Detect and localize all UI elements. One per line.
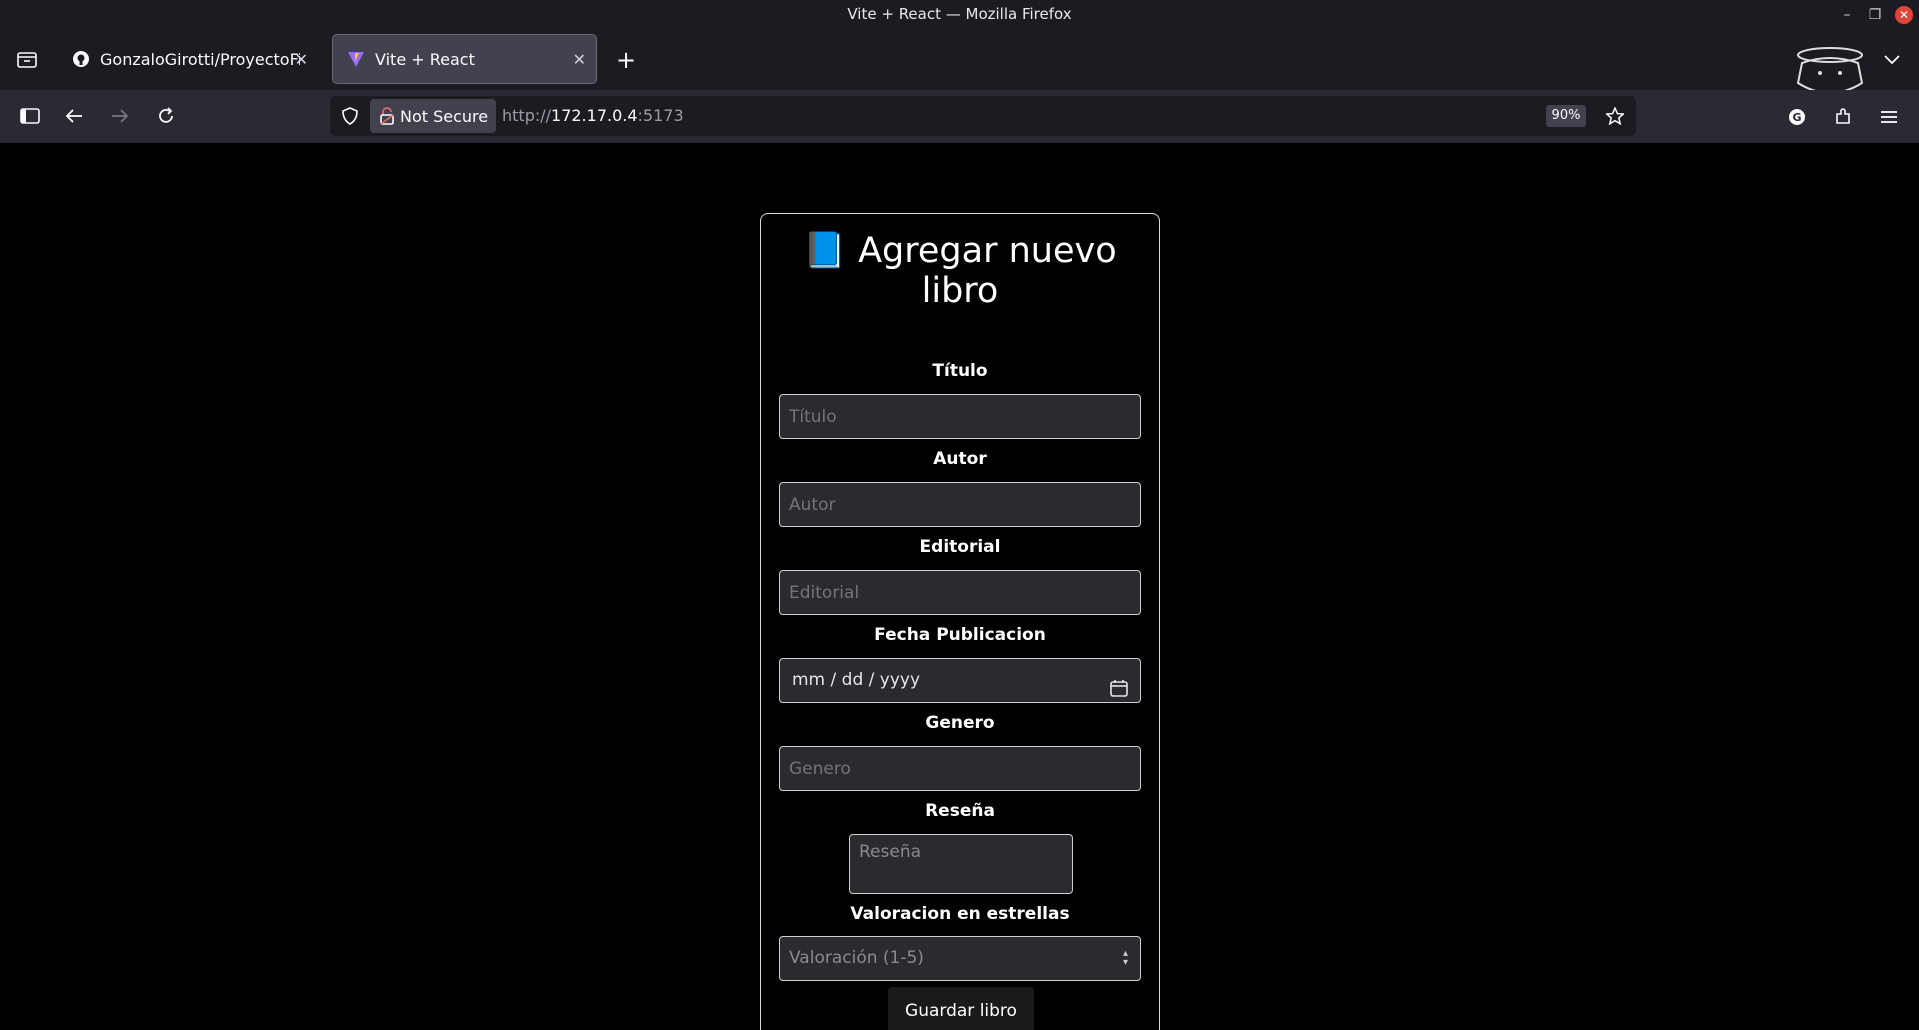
tab-vite-react[interactable]: Vite + React ✕ [332, 34, 597, 84]
rating-select[interactable]: Valoración (1-5) ▴ ▾ [779, 936, 1141, 981]
account-icon[interactable]: G [1786, 106, 1808, 128]
publication-date-input[interactable]: mm / dd / yyyy [779, 658, 1141, 703]
bookmark-star-icon[interactable] [1604, 105, 1626, 127]
publisher-label: Editorial [919, 537, 1001, 557]
date-placeholder: mm / dd / yyyy [792, 670, 921, 690]
author-label: Autor [933, 449, 987, 469]
url-host: 172.17.0.4 [551, 106, 638, 125]
navigation-toolbar: Not Secure http://172.17.0.4:5173 90% G [0, 90, 1919, 143]
vite-icon [347, 50, 365, 68]
github-icon [72, 50, 90, 68]
zoom-indicator[interactable]: 90% [1546, 105, 1586, 127]
window-titlebar: Vite + React — Mozilla Firefox [0, 0, 1919, 30]
shield-icon[interactable] [340, 106, 360, 126]
review-placeholder: Reseña [859, 842, 922, 862]
url-text[interactable]: http://172.17.0.4:5173 [502, 96, 684, 136]
url-port: :5173 [637, 106, 684, 125]
menu-icon[interactable] [1878, 106, 1900, 128]
spinner-arrows-icon: ▴ ▾ [1122, 948, 1128, 968]
window-controls: – ❐ ✕ [1833, 0, 1913, 30]
review-textarea[interactable]: Reseña [849, 834, 1073, 894]
author-input[interactable] [779, 482, 1141, 527]
form-title-text: Agregar nuevo libro [858, 231, 1117, 311]
firefox-view-icon[interactable] [12, 48, 42, 72]
tab-label: Vite + React [375, 49, 475, 69]
genre-input[interactable] [779, 746, 1141, 791]
publisher-input[interactable] [779, 570, 1141, 615]
page-content: 📘 Agregar nuevo libro Título Autor Edito… [0, 143, 1919, 1030]
new-tab-icon[interactable]: + [614, 46, 638, 74]
rating-label: Valoracion en estrellas [850, 904, 1070, 924]
close-window-icon[interactable]: ✕ [1895, 6, 1913, 24]
maximize-icon[interactable]: ❐ [1861, 7, 1889, 23]
form-title: 📘 Agregar nuevo libro [761, 230, 1159, 311]
book-icon: 📘 [803, 231, 847, 271]
genre-label: Genero [925, 713, 995, 733]
reload-icon[interactable] [154, 104, 178, 128]
close-tab-icon[interactable]: ✕ [573, 50, 586, 69]
title-input[interactable] [779, 394, 1141, 439]
forward-icon[interactable] [108, 104, 132, 128]
close-tab-icon[interactable]: ✕ [295, 50, 308, 69]
not-secure-label: Not Secure [400, 106, 489, 126]
extensions-icon[interactable] [1832, 106, 1854, 128]
rating-placeholder: Valoración (1-5) [789, 948, 924, 968]
list-tabs-icon[interactable] [1880, 48, 1904, 72]
sidebar-icon[interactable] [18, 104, 42, 128]
minimize-icon[interactable]: – [1833, 7, 1861, 23]
url-scheme: http:// [502, 106, 552, 125]
add-book-form: 📘 Agregar nuevo libro Título Autor Edito… [760, 213, 1160, 1030]
not-secure-indicator[interactable]: Not Secure [370, 99, 496, 133]
tab-github[interactable]: GonzaloGirotti/ProyectoFin ✕ [58, 34, 318, 84]
broken-lock-icon [380, 107, 394, 125]
save-book-button[interactable]: Guardar libro [888, 987, 1034, 1030]
calendar-icon[interactable] [1110, 671, 1128, 714]
review-label: Reseña [925, 801, 995, 821]
tab-bar: GonzaloGirotti/ProyectoFin ✕ Vite + Reac… [0, 30, 1919, 94]
tab-label: GonzaloGirotti/ProyectoFin [100, 49, 300, 69]
window-title: Vite + React — Mozilla Firefox [847, 5, 1072, 23]
publication-date-label: Fecha Publicacion [874, 625, 1046, 645]
title-label: Título [932, 361, 988, 381]
url-bar[interactable]: Not Secure http://172.17.0.4:5173 90% [330, 96, 1636, 136]
svg-text:G: G [1792, 111, 1801, 124]
back-icon[interactable] [62, 104, 86, 128]
